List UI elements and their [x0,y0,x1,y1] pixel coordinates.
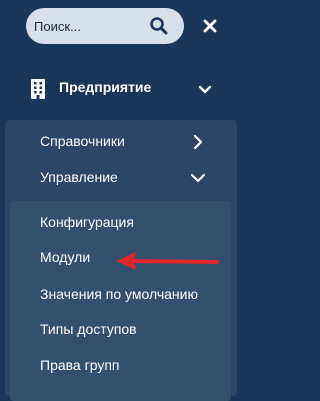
chevron-right-icon [190,134,206,150]
submenu-item-label: Справочники [40,133,125,149]
menu-item-enterprise[interactable]: Предприятие [0,64,239,114]
annotation-arrow-icon [112,246,222,276]
nested-submenu-panel: Конфигурация Модули Значения по умолчани… [10,201,231,401]
submenu-item-management[interactable]: Управление [0,160,232,196]
nested-item-label: Конфигурация [40,214,134,230]
nested-item-access-types[interactable]: Типы доступов [10,313,231,347]
nested-item-group-rights[interactable]: Права групп [10,349,231,383]
nested-item-label: Права групп [40,357,120,373]
building-icon [27,78,49,100]
nested-item-configuration[interactable]: Конфигурация [10,206,231,240]
submenu-item-label: Управление [40,169,118,185]
chevron-down-icon [190,170,206,186]
chevron-down-icon [196,81,214,99]
nested-item-label: Типы доступов [40,321,137,337]
search-input[interactable] [34,16,144,36]
nested-item-label: Значения по умолчанию [40,286,198,302]
close-icon[interactable] [199,15,221,37]
submenu-item-directories[interactable]: Справочники [0,124,232,160]
menu-item-label: Предприятие [59,79,152,95]
search-box [26,8,184,44]
nested-item-default-values[interactable]: Значения по умолчанию [10,278,231,312]
nested-item-label: Модули [40,249,91,265]
search-icon[interactable] [148,15,170,37]
